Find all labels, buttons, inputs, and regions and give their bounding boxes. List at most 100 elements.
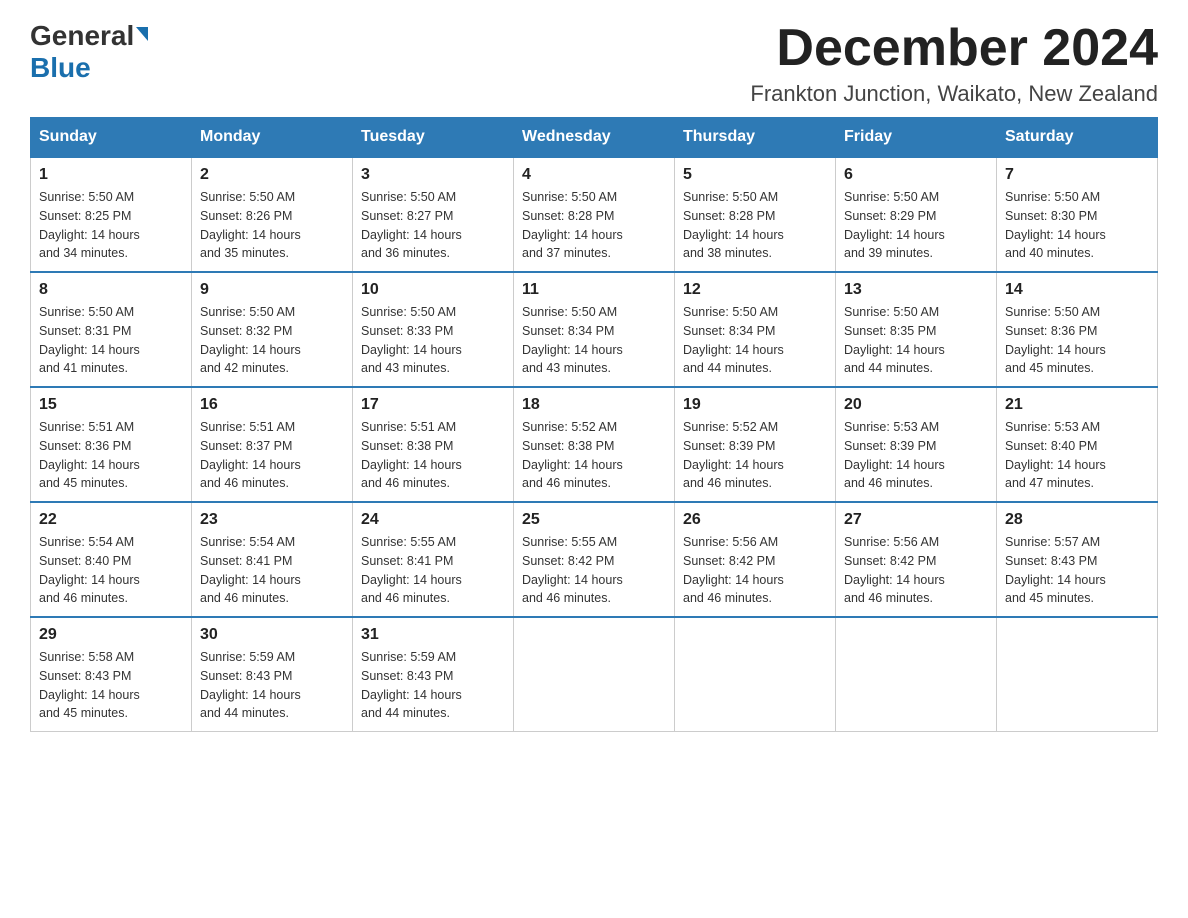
- header-thursday: Thursday: [675, 118, 836, 158]
- header-friday: Friday: [836, 118, 997, 158]
- day-number: 7: [1005, 166, 1149, 184]
- table-row: 1 Sunrise: 5:50 AM Sunset: 8:25 PM Dayli…: [31, 157, 192, 272]
- day-number: 5: [683, 166, 827, 184]
- table-row: 21 Sunrise: 5:53 AM Sunset: 8:40 PM Dayl…: [997, 387, 1158, 502]
- table-row: [997, 617, 1158, 732]
- day-number: 20: [844, 396, 988, 414]
- table-row: 19 Sunrise: 5:52 AM Sunset: 8:39 PM Dayl…: [675, 387, 836, 502]
- table-row: 28 Sunrise: 5:57 AM Sunset: 8:43 PM Dayl…: [997, 502, 1158, 617]
- header-wednesday: Wednesday: [514, 118, 675, 158]
- day-info: Sunrise: 5:54 AM Sunset: 8:41 PM Dayligh…: [200, 533, 344, 608]
- day-number: 3: [361, 166, 505, 184]
- table-row: 20 Sunrise: 5:53 AM Sunset: 8:39 PM Dayl…: [836, 387, 997, 502]
- table-row: 14 Sunrise: 5:50 AM Sunset: 8:36 PM Dayl…: [997, 272, 1158, 387]
- table-row: 17 Sunrise: 5:51 AM Sunset: 8:38 PM Dayl…: [353, 387, 514, 502]
- day-info: Sunrise: 5:50 AM Sunset: 8:25 PM Dayligh…: [39, 188, 183, 263]
- day-number: 23: [200, 511, 344, 529]
- day-number: 13: [844, 281, 988, 299]
- table-row: 11 Sunrise: 5:50 AM Sunset: 8:34 PM Dayl…: [514, 272, 675, 387]
- table-row: 26 Sunrise: 5:56 AM Sunset: 8:42 PM Dayl…: [675, 502, 836, 617]
- day-info: Sunrise: 5:51 AM Sunset: 8:36 PM Dayligh…: [39, 418, 183, 493]
- day-info: Sunrise: 5:50 AM Sunset: 8:36 PM Dayligh…: [1005, 303, 1149, 378]
- day-number: 22: [39, 511, 183, 529]
- day-number: 30: [200, 626, 344, 644]
- table-row: 22 Sunrise: 5:54 AM Sunset: 8:40 PM Dayl…: [31, 502, 192, 617]
- table-row: 5 Sunrise: 5:50 AM Sunset: 8:28 PM Dayli…: [675, 157, 836, 272]
- day-info: Sunrise: 5:52 AM Sunset: 8:39 PM Dayligh…: [683, 418, 827, 493]
- logo-general: General: [30, 20, 148, 52]
- day-number: 31: [361, 626, 505, 644]
- calendar-table: Sunday Monday Tuesday Wednesday Thursday…: [30, 117, 1158, 732]
- day-info: Sunrise: 5:50 AM Sunset: 8:28 PM Dayligh…: [522, 188, 666, 263]
- table-row: 9 Sunrise: 5:50 AM Sunset: 8:32 PM Dayli…: [192, 272, 353, 387]
- day-number: 29: [39, 626, 183, 644]
- day-number: 9: [200, 281, 344, 299]
- calendar-week-1: 1 Sunrise: 5:50 AM Sunset: 8:25 PM Dayli…: [31, 157, 1158, 272]
- day-number: 14: [1005, 281, 1149, 299]
- day-info: Sunrise: 5:55 AM Sunset: 8:41 PM Dayligh…: [361, 533, 505, 608]
- day-number: 27: [844, 511, 988, 529]
- day-info: Sunrise: 5:51 AM Sunset: 8:38 PM Dayligh…: [361, 418, 505, 493]
- day-info: Sunrise: 5:50 AM Sunset: 8:32 PM Dayligh…: [200, 303, 344, 378]
- day-info: Sunrise: 5:51 AM Sunset: 8:37 PM Dayligh…: [200, 418, 344, 493]
- header-sunday: Sunday: [31, 118, 192, 158]
- day-info: Sunrise: 5:50 AM Sunset: 8:26 PM Dayligh…: [200, 188, 344, 263]
- day-number: 12: [683, 281, 827, 299]
- day-info: Sunrise: 5:50 AM Sunset: 8:28 PM Dayligh…: [683, 188, 827, 263]
- day-info: Sunrise: 5:58 AM Sunset: 8:43 PM Dayligh…: [39, 648, 183, 723]
- day-number: 15: [39, 396, 183, 414]
- table-row: 25 Sunrise: 5:55 AM Sunset: 8:42 PM Dayl…: [514, 502, 675, 617]
- table-row: 23 Sunrise: 5:54 AM Sunset: 8:41 PM Dayl…: [192, 502, 353, 617]
- table-row: 2 Sunrise: 5:50 AM Sunset: 8:26 PM Dayli…: [192, 157, 353, 272]
- day-info: Sunrise: 5:59 AM Sunset: 8:43 PM Dayligh…: [200, 648, 344, 723]
- header-monday: Monday: [192, 118, 353, 158]
- table-row: 29 Sunrise: 5:58 AM Sunset: 8:43 PM Dayl…: [31, 617, 192, 732]
- calendar-week-5: 29 Sunrise: 5:58 AM Sunset: 8:43 PM Dayl…: [31, 617, 1158, 732]
- day-info: Sunrise: 5:50 AM Sunset: 8:30 PM Dayligh…: [1005, 188, 1149, 263]
- day-info: Sunrise: 5:53 AM Sunset: 8:39 PM Dayligh…: [844, 418, 988, 493]
- day-number: 6: [844, 166, 988, 184]
- table-row: [514, 617, 675, 732]
- table-row: 8 Sunrise: 5:50 AM Sunset: 8:31 PM Dayli…: [31, 272, 192, 387]
- day-info: Sunrise: 5:59 AM Sunset: 8:43 PM Dayligh…: [361, 648, 505, 723]
- day-number: 21: [1005, 396, 1149, 414]
- day-number: 28: [1005, 511, 1149, 529]
- day-number: 1: [39, 166, 183, 184]
- day-info: Sunrise: 5:57 AM Sunset: 8:43 PM Dayligh…: [1005, 533, 1149, 608]
- table-row: 6 Sunrise: 5:50 AM Sunset: 8:29 PM Dayli…: [836, 157, 997, 272]
- calendar-week-3: 15 Sunrise: 5:51 AM Sunset: 8:36 PM Dayl…: [31, 387, 1158, 502]
- day-number: 8: [39, 281, 183, 299]
- day-info: Sunrise: 5:50 AM Sunset: 8:35 PM Dayligh…: [844, 303, 988, 378]
- day-number: 17: [361, 396, 505, 414]
- header-tuesday: Tuesday: [353, 118, 514, 158]
- header-saturday: Saturday: [997, 118, 1158, 158]
- calendar-subtitle: Frankton Junction, Waikato, New Zealand: [750, 81, 1158, 107]
- day-number: 16: [200, 396, 344, 414]
- calendar-week-4: 22 Sunrise: 5:54 AM Sunset: 8:40 PM Dayl…: [31, 502, 1158, 617]
- logo-triangle-icon: [136, 27, 148, 41]
- table-row: 15 Sunrise: 5:51 AM Sunset: 8:36 PM Dayl…: [31, 387, 192, 502]
- table-row: 24 Sunrise: 5:55 AM Sunset: 8:41 PM Dayl…: [353, 502, 514, 617]
- table-row: 16 Sunrise: 5:51 AM Sunset: 8:37 PM Dayl…: [192, 387, 353, 502]
- table-row: [836, 617, 997, 732]
- table-row: 13 Sunrise: 5:50 AM Sunset: 8:35 PM Dayl…: [836, 272, 997, 387]
- day-info: Sunrise: 5:52 AM Sunset: 8:38 PM Dayligh…: [522, 418, 666, 493]
- day-number: 11: [522, 281, 666, 299]
- day-info: Sunrise: 5:50 AM Sunset: 8:29 PM Dayligh…: [844, 188, 988, 263]
- table-row: 3 Sunrise: 5:50 AM Sunset: 8:27 PM Dayli…: [353, 157, 514, 272]
- logo-blue-text: Blue: [30, 52, 91, 84]
- calendar-week-2: 8 Sunrise: 5:50 AM Sunset: 8:31 PM Dayli…: [31, 272, 1158, 387]
- weekday-header-row: Sunday Monday Tuesday Wednesday Thursday…: [31, 118, 1158, 158]
- day-info: Sunrise: 5:54 AM Sunset: 8:40 PM Dayligh…: [39, 533, 183, 608]
- title-section: December 2024 Frankton Junction, Waikato…: [750, 20, 1158, 107]
- page-header: General Blue December 2024 Frankton Junc…: [30, 20, 1158, 107]
- table-row: 12 Sunrise: 5:50 AM Sunset: 8:34 PM Dayl…: [675, 272, 836, 387]
- day-info: Sunrise: 5:50 AM Sunset: 8:33 PM Dayligh…: [361, 303, 505, 378]
- day-info: Sunrise: 5:50 AM Sunset: 8:34 PM Dayligh…: [683, 303, 827, 378]
- day-number: 24: [361, 511, 505, 529]
- day-info: Sunrise: 5:55 AM Sunset: 8:42 PM Dayligh…: [522, 533, 666, 608]
- day-number: 10: [361, 281, 505, 299]
- table-row: 31 Sunrise: 5:59 AM Sunset: 8:43 PM Dayl…: [353, 617, 514, 732]
- table-row: 30 Sunrise: 5:59 AM Sunset: 8:43 PM Dayl…: [192, 617, 353, 732]
- day-info: Sunrise: 5:56 AM Sunset: 8:42 PM Dayligh…: [844, 533, 988, 608]
